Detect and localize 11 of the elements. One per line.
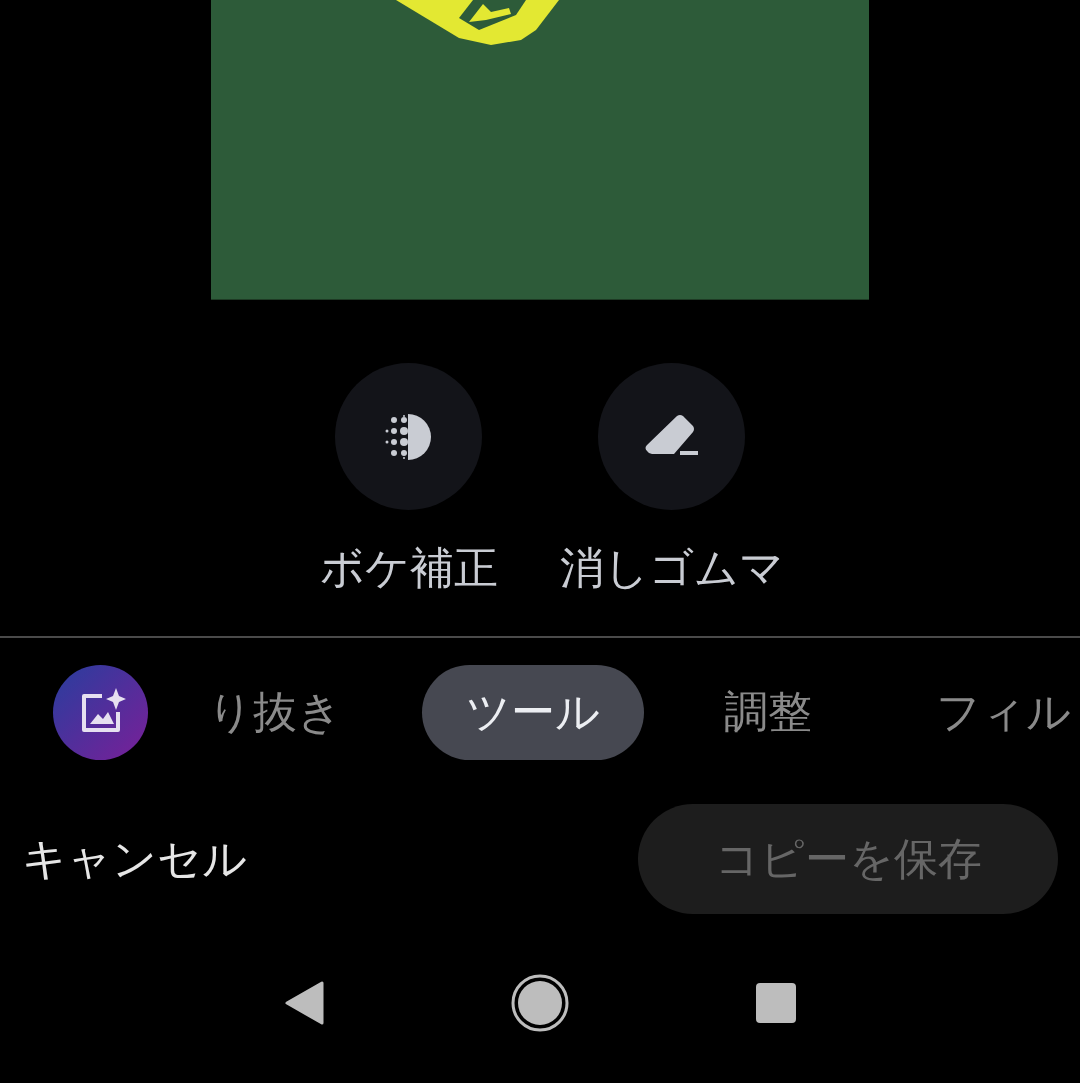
tab[interactable]: ツール [422,665,644,760]
tab[interactable]: り抜き [164,665,386,760]
tool-label: 消しゴムマ [559,541,784,595]
back-icon[interactable] [283,981,324,1025]
bokeh-icon [383,411,434,462]
tool-label: ボケ補正 [319,541,498,595]
tab[interactable]: フィル [892,665,1080,760]
cancel-button[interactable]: キャンセル [22,829,247,889]
home-icon[interactable] [511,974,569,1032]
recents-icon[interactable] [756,983,797,1023]
tab[interactable]: 調整 [680,665,856,760]
